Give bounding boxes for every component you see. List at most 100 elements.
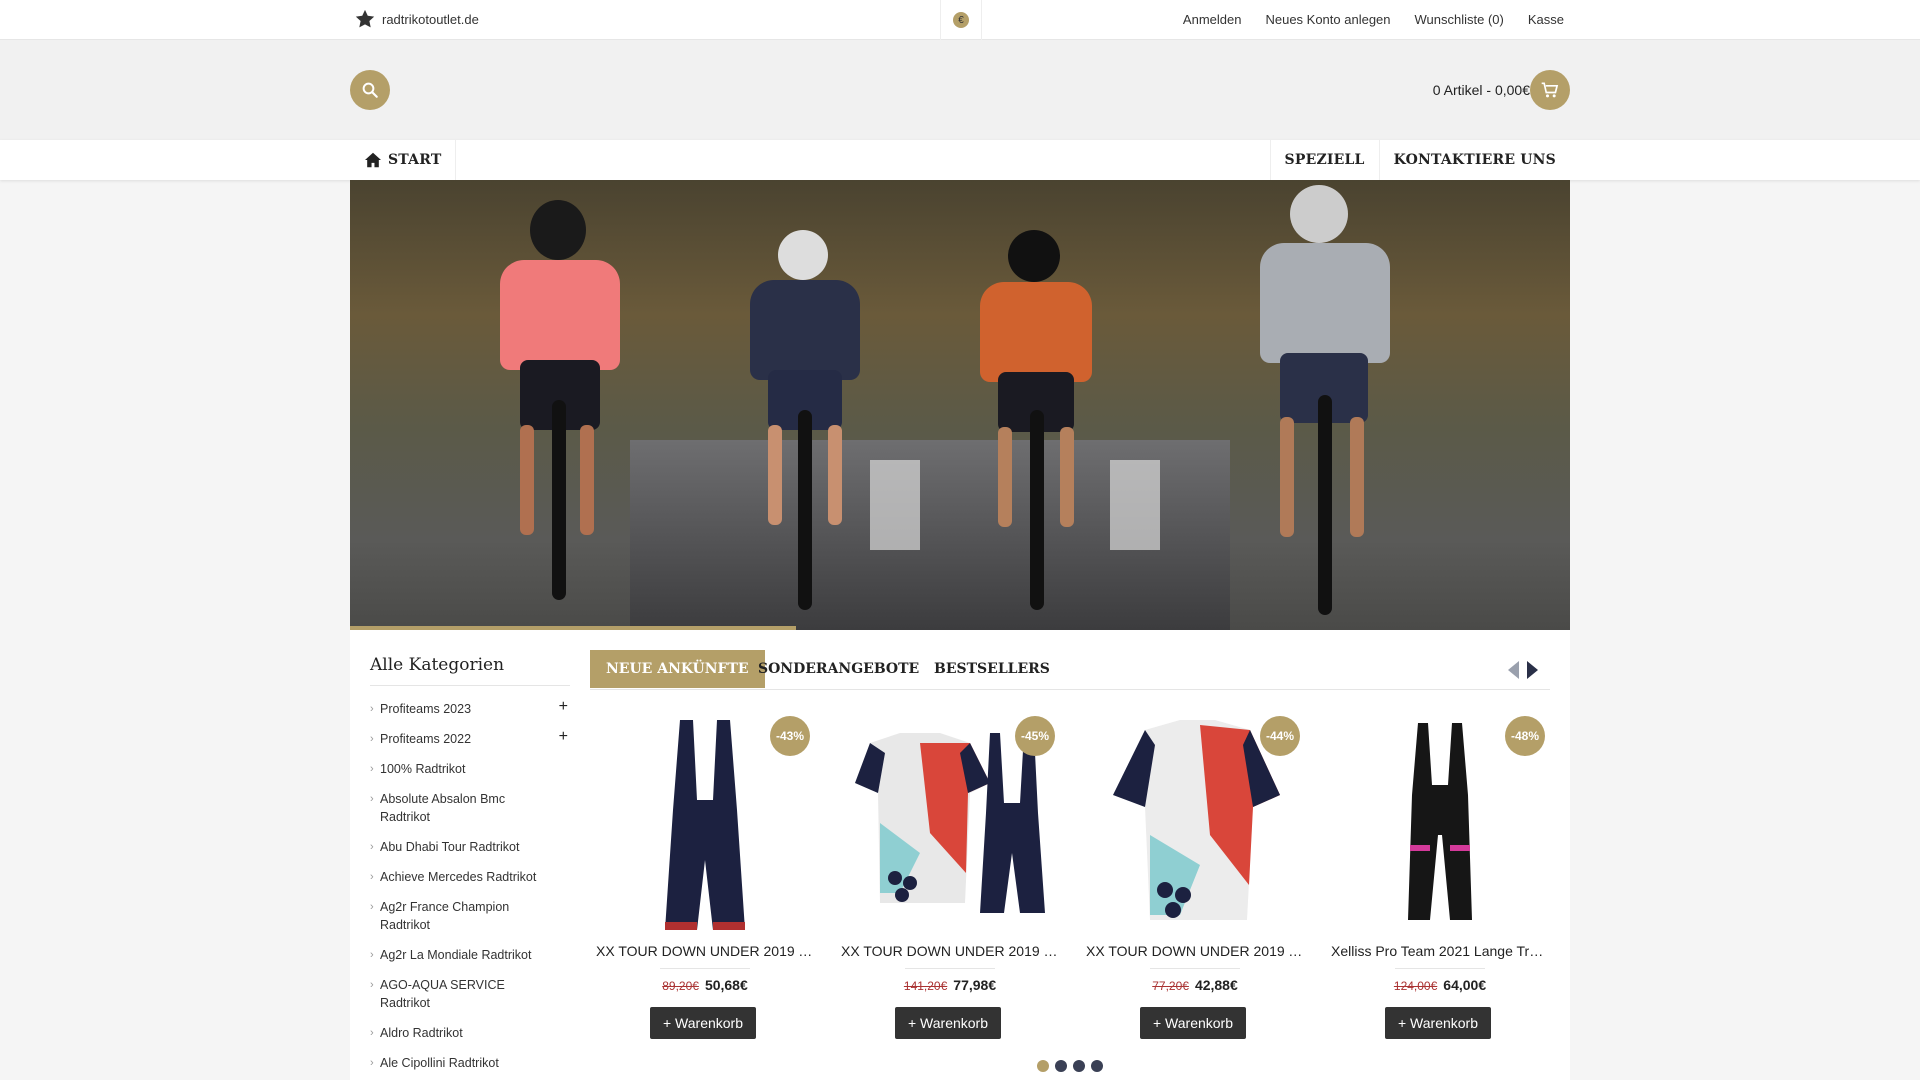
main-nav: START SPEZIELL KONTAKTIERE UNS <box>0 140 1920 180</box>
category-label: Profiteams 2023 <box>380 702 472 716</box>
current-price: 42,88€ <box>1194 977 1238 993</box>
nav-home[interactable]: START <box>350 140 457 180</box>
tab-new-arrivals[interactable]: NEUE ANKÜNFTE <box>590 650 765 688</box>
chevron-right-icon: › <box>370 1027 374 1039</box>
category-label: Abu Dhabi Tour Radtrikot <box>380 840 520 854</box>
category-label: Ale Cipollini Radtrikot <box>380 1056 499 1070</box>
register-link[interactable]: Neues Konto anlegen <box>1265 12 1390 27</box>
main-content: Alle Kategorien › Profiteams 2023 + › Profit… <box>350 630 1570 1080</box>
top-bar: radtrikotoutlet.de € Anmelden Neues Kont… <box>0 0 1920 40</box>
product-prices: 77,20€ 42,88€ <box>1080 977 1310 993</box>
old-price: 141,20€ <box>903 979 948 993</box>
category-item[interactable]: › Ag2r La Mondiale Radtrikot <box>370 940 570 970</box>
road-marking <box>870 460 920 550</box>
header: 0 Artikel - 0,00€ <box>0 40 1920 140</box>
nav-special-label: SPEZIELL <box>1284 152 1365 168</box>
current-price: 50,68€ <box>704 977 748 993</box>
brand[interactable]: radtrikotoutlet.de <box>354 8 479 30</box>
chevron-left-icon[interactable] <box>1506 660 1520 680</box>
chevron-right-icon: › <box>370 979 374 991</box>
category-item[interactable]: › Ale Cipollini Radtrikot <box>370 1048 570 1078</box>
chevron-right-icon: › <box>370 1057 374 1069</box>
add-to-cart-button[interactable]: + Warenkorb <box>650 1007 756 1039</box>
carousel-dot[interactable] <box>1091 1060 1103 1072</box>
category-label: Ag2r France Champion Radtrikot <box>380 900 510 932</box>
carousel-dot[interactable] <box>1037 1060 1049 1072</box>
wishlist-link[interactable]: Wunschliste (0) <box>1415 12 1504 27</box>
carousel-dot[interactable] <box>1055 1060 1067 1072</box>
currency-selector[interactable]: € <box>940 0 982 40</box>
category-item[interactable]: › 100% Radtrikot <box>370 754 570 784</box>
add-to-cart-button[interactable]: + Warenkorb <box>1140 1007 1246 1039</box>
discount-badge: -48% <box>1505 716 1545 756</box>
category-item[interactable]: › Achieve Mercedes Radtrikot <box>370 862 570 892</box>
category-item[interactable]: › Aldro Radtrikot <box>370 1018 570 1048</box>
category-label: Achieve Mercedes Radtrikot <box>380 870 537 884</box>
star-icon <box>355 9 375 28</box>
brand-name: radtrikotoutlet.de <box>382 11 479 27</box>
category-label: Absolute Absalon Bmc Radtrikot <box>380 792 506 824</box>
chevron-right-icon[interactable] <box>1526 660 1540 680</box>
product-name[interactable]: Xelliss Pro Team 2021 Lange Trägerhose <box>1325 943 1555 959</box>
divider <box>660 968 750 969</box>
cart-icon <box>1541 82 1559 98</box>
category-sidebar: Alle Kategorien › Profiteams 2023 + › Profit… <box>370 655 570 1078</box>
carousel-arrows <box>1506 660 1540 680</box>
category-item[interactable]: › Abu Dhabi Tour Radtrikot <box>370 832 570 862</box>
category-label: Profiteams 2022 <box>380 732 472 746</box>
account-links: Anmelden Neues Konto anlegen Wunschliste… <box>1183 12 1564 27</box>
product-name[interactable]: XX TOUR DOWN UNDER 2019 Trägerhose <box>590 943 820 959</box>
nav-special[interactable]: SPEZIELL <box>1269 140 1379 180</box>
product-prices: 124,00€ 64,00€ <box>1325 977 1555 993</box>
category-label: Ag2r La Mondiale Radtrikot <box>380 948 532 962</box>
chevron-right-icon: › <box>370 841 374 853</box>
product-card[interactable]: -44% XX TOUR DOWN UNDER 2019 Trikot 77,2… <box>1080 710 1310 1040</box>
product-name[interactable]: XX TOUR DOWN UNDER 2019 Set <box>835 943 1065 959</box>
category-label: 100% Radtrikot <box>380 762 466 776</box>
product-card[interactable]: -45% XX TOUR DOWN UNDER 2019 Set 141,20€… <box>835 710 1065 1040</box>
add-to-cart-button[interactable]: + Warenkorb <box>1385 1007 1491 1039</box>
search-button[interactable] <box>350 70 390 110</box>
current-price: 64,00€ <box>1443 977 1487 993</box>
add-to-cart-button[interactable]: + Warenkorb <box>895 1007 1001 1039</box>
category-item[interactable]: › Ag2r France Champion Radtrikot <box>370 892 570 940</box>
chevron-right-icon: › <box>370 901 374 913</box>
chevron-right-icon: › <box>370 703 374 715</box>
chevron-right-icon: › <box>370 949 374 961</box>
expand-icon[interactable]: + <box>559 728 568 746</box>
product-card[interactable]: -43% XX TOUR DOWN UNDER 2019 Trägerhose … <box>590 710 820 1040</box>
carousel-pagination <box>1037 1060 1103 1072</box>
nav-home-label: START <box>388 152 442 168</box>
product-carousel: -43% XX TOUR DOWN UNDER 2019 Trägerhose … <box>590 710 1570 1040</box>
category-item[interactable]: › AGO-AQUA SERVICE Radtrikot <box>370 970 570 1018</box>
chevron-right-icon: › <box>370 871 374 883</box>
product-card[interactable]: -48% Xelliss Pro Team 2021 Lange Trägerh… <box>1325 710 1555 1040</box>
product-prices: 141,20€ 77,98€ <box>835 977 1065 993</box>
discount-badge: -45% <box>1015 716 1055 756</box>
category-label: Aldro Radtrikot <box>380 1026 463 1040</box>
sidebar-title: Alle Kategorien <box>370 655 570 686</box>
hero-banner[interactable] <box>350 180 1570 630</box>
tab-bestsellers[interactable]: BESTSELLERS <box>918 650 1066 688</box>
carousel-dot[interactable] <box>1073 1060 1085 1072</box>
category-list: › Profiteams 2023 + › Profiteams 2022 + › 100% … <box>370 694 570 1078</box>
checkout-link[interactable]: Kasse <box>1528 12 1564 27</box>
discount-badge: -43% <box>770 716 810 756</box>
cart-button[interactable] <box>1530 70 1570 110</box>
product-name[interactable]: XX TOUR DOWN UNDER 2019 Trikot <box>1080 943 1310 959</box>
login-link[interactable]: Anmelden <box>1183 12 1242 27</box>
old-price: 124,00€ <box>1393 979 1438 993</box>
product-tabs: NEUE ANKÜNFTE SONDERANGEBOTE BESTSELLERS <box>590 650 1550 690</box>
nav-contact[interactable]: KONTAKTIERE UNS <box>1378 140 1570 180</box>
old-price: 89,20€ <box>662 979 699 993</box>
category-item[interactable]: › Profiteams 2023 + <box>370 694 570 724</box>
divider <box>905 968 995 969</box>
tab-special-offers[interactable]: SONDERANGEBOTE <box>742 650 935 688</box>
divider <box>1395 968 1485 969</box>
road-marking <box>1110 460 1160 550</box>
category-item[interactable]: › Profiteams 2022 + <box>370 724 570 754</box>
cart-summary[interactable]: 0 Artikel - 0,00€ <box>1433 82 1530 98</box>
expand-icon[interactable]: + <box>559 698 568 716</box>
current-price: 77,98€ <box>953 977 997 993</box>
category-item[interactable]: › Absolute Absalon Bmc Radtrikot <box>370 784 570 832</box>
